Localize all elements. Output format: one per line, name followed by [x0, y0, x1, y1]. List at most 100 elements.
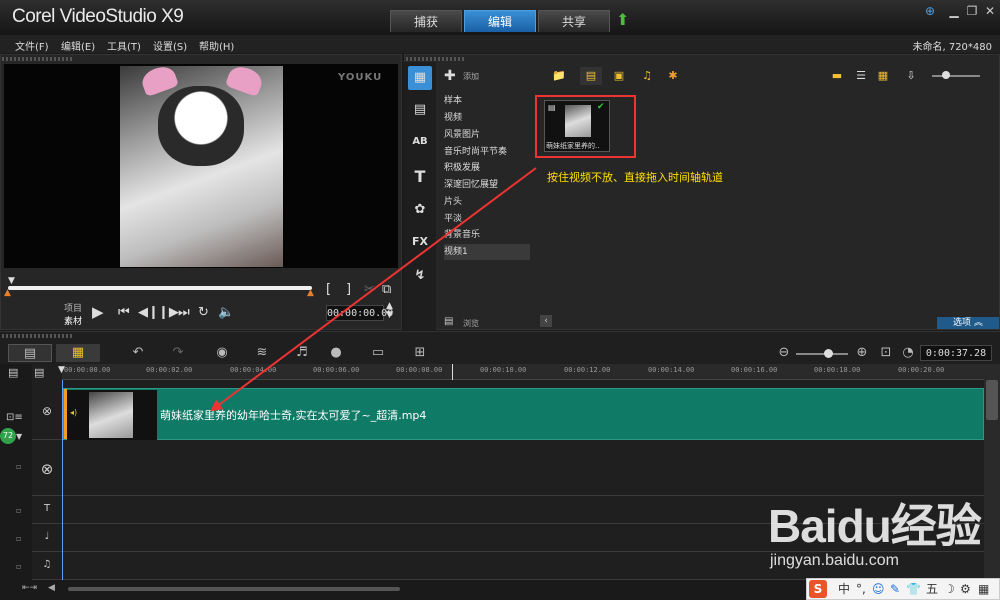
scrub-bar[interactable] [8, 286, 312, 290]
zoom-knob[interactable] [824, 349, 833, 358]
tab-share[interactable]: 共享 [538, 10, 610, 32]
ime-settings-icon[interactable]: ⚙ [960, 581, 971, 597]
mode-project[interactable]: 项目 [64, 301, 82, 314]
split-icon[interactable]: ✂ [364, 282, 375, 297]
show-photo-icon[interactable]: ▣ [608, 67, 630, 85]
folder-item[interactable]: 深邃回忆展望 [444, 177, 530, 193]
menu-edit[interactable]: 编辑(E) [61, 38, 95, 53]
timeline-view-icon[interactable]: ▦ [56, 344, 100, 362]
show-audio-icon[interactable]: ♫ [636, 67, 658, 85]
home-icon[interactable]: ⏮ [118, 305, 130, 320]
preview-timecode[interactable]: 00:00:00.00 [326, 305, 393, 321]
close-icon[interactable]: ✕ [982, 4, 998, 18]
project-duration-icon[interactable]: ◔ [900, 344, 916, 362]
fit-width-icon[interactable]: ⇤⇥ [22, 583, 37, 593]
playhead-marker-icon[interactable]: ▼ [8, 276, 18, 286]
browse-label[interactable]: 浏览 [463, 318, 479, 329]
enlarge-icon[interactable]: ⧉ [382, 282, 391, 297]
restore-icon[interactable]: ❐ [964, 4, 980, 18]
ime-moon-icon[interactable]: ☽ [944, 581, 955, 597]
thumbnail-view-icon[interactable]: ▦ [872, 67, 894, 85]
instant-project-icon[interactable]: ▤ [408, 98, 432, 122]
previous-frame-icon[interactable]: ◀❙ [138, 305, 159, 320]
undo-icon[interactable]: ↶ [128, 344, 148, 362]
sound-mixer-icon[interactable]: ≋ [252, 344, 272, 362]
dropdown-icon[interactable]: ▼ [16, 432, 22, 441]
graphic-icon[interactable]: ✿ [408, 198, 432, 222]
zoom-in-icon[interactable]: ⊕ [854, 344, 870, 362]
add-icon[interactable]: ✚ [444, 68, 456, 84]
storyboard-view-icon[interactable]: ▤ [8, 344, 52, 362]
panel-grip[interactable] [406, 57, 466, 61]
upload-arrow-icon[interactable]: ⬆ [616, 12, 632, 28]
scroll-left-icon[interactable]: ◀ [48, 583, 55, 593]
path-icon[interactable]: ↯ [408, 264, 432, 288]
horizontal-scrollbar[interactable] [68, 587, 400, 591]
slider-knob[interactable] [942, 71, 950, 79]
subtitle-editor-icon[interactable]: ▭ [368, 344, 388, 362]
track-lock-icon[interactable]: ▫ [16, 462, 21, 471]
menu-settings[interactable]: 设置(S) [153, 38, 187, 53]
menu-file[interactable]: 文件(F) [15, 38, 49, 53]
detail-view-icon[interactable]: ☰ [850, 67, 872, 85]
mode-clip[interactable]: 素材 [64, 314, 82, 327]
track-lock-icon[interactable]: ▫ [16, 562, 21, 571]
folder-item[interactable]: 视频 [444, 110, 530, 126]
list-view-icon[interactable]: ▬ [826, 67, 848, 85]
track-lock-icon[interactable]: ▫ [16, 534, 21, 543]
timeline-playhead[interactable] [62, 380, 63, 580]
folder-item[interactable]: 风景图片 [444, 127, 530, 143]
folder-item[interactable]: 音乐时尚平节奏 [444, 144, 530, 160]
ime-skin-icon[interactable]: 👕 [906, 581, 921, 597]
filter-icon[interactable]: FX [408, 230, 432, 254]
collapse-library-icon[interactable]: ‹ [540, 315, 552, 327]
next-frame-icon[interactable]: ❙▶ [158, 305, 179, 320]
show-video-icon[interactable]: ▤ [580, 67, 602, 85]
redo-icon[interactable]: ↷ [168, 344, 188, 362]
multi-camera-icon[interactable]: ⊞ [410, 344, 430, 362]
minimize-icon[interactable]: ▁ [946, 4, 962, 18]
overlay-track[interactable] [32, 440, 984, 496]
mark-out-icon[interactable]: ] [346, 282, 351, 297]
folder-item[interactable]: 片头 [444, 194, 530, 210]
record-capture-icon[interactable]: ◉ [212, 344, 232, 362]
menu-tools[interactable]: 工具(T) [107, 38, 141, 53]
folder-item-selected[interactable]: 视频1 [444, 244, 530, 260]
title-icon[interactable]: T [408, 165, 432, 189]
browse-icon[interactable]: ▤ [444, 316, 453, 327]
zoom-slider[interactable] [796, 353, 848, 355]
mark-in-icon[interactable]: [ [326, 282, 331, 297]
tab-edit[interactable]: 编辑 [464, 10, 536, 32]
folder-icon[interactable]: 📁 [548, 67, 570, 85]
help-icon[interactable]: ⊕ [922, 4, 938, 18]
fit-project-icon[interactable]: ⊡ [878, 344, 894, 362]
volume-icon[interactable]: 🔈 [218, 305, 234, 320]
ime-punctuation[interactable]: °, [856, 581, 866, 597]
playhead-marker-icon[interactable]: ▼ [58, 365, 65, 375]
ime-chinese-mode[interactable]: 中 [838, 581, 850, 597]
trim-start-icon[interactable]: ▲ [4, 288, 11, 298]
transition-icon[interactable]: AB [408, 130, 432, 154]
folder-item[interactable]: 样本 [444, 93, 530, 109]
track-lock-icon[interactable]: ▫ [16, 506, 21, 515]
ime-handwriting-icon[interactable]: ✎ [890, 581, 900, 597]
search-icon[interactable]: ✱ [662, 67, 684, 85]
folder-item[interactable]: 背景音乐 [444, 227, 530, 243]
folder-item[interactable]: 平淡 [444, 211, 530, 227]
panel-grip[interactable] [2, 334, 72, 338]
folder-item[interactable]: 积极发展 [444, 160, 530, 176]
menu-help[interactable]: 帮助(H) [199, 38, 234, 53]
add-label[interactable]: 添加 [463, 71, 479, 82]
ripple-edit-icon[interactable]: ⊡≡ [6, 412, 23, 423]
scrollbar-thumb[interactable] [986, 380, 998, 420]
tab-capture[interactable]: 捕获 [390, 10, 462, 32]
add-marker-icon[interactable]: ▤ [34, 366, 44, 379]
panel-grip[interactable] [2, 57, 72, 61]
timecode-spinner-icon[interactable]: ▲ ▼ [386, 302, 393, 320]
ime-emoji-icon[interactable]: ☺ [872, 581, 885, 597]
media-icon[interactable]: ▦ [408, 66, 432, 90]
options-button[interactable]: 选项 ︽ [937, 317, 999, 329]
ime-wubi-mode[interactable]: 五 [926, 581, 938, 597]
end-icon[interactable]: ⏭ [178, 305, 190, 320]
play-icon[interactable]: ▶ [92, 303, 104, 321]
